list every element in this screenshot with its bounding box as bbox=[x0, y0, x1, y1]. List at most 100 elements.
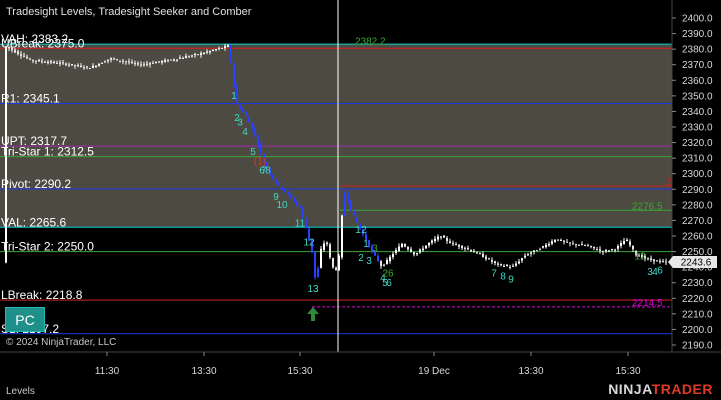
sequence-label: 9 bbox=[508, 275, 514, 286]
candle-body bbox=[497, 263, 499, 265]
candle-body bbox=[566, 241, 568, 243]
pc-button[interactable]: PC bbox=[5, 307, 45, 332]
candle-body bbox=[275, 179, 277, 183]
candle-body bbox=[173, 59, 175, 61]
small-level-label: 2214.5 bbox=[632, 298, 663, 309]
price-chart[interactable]: 12345(1)6789101112131 212 34567 8 93 4 632612 … bbox=[0, 0, 721, 400]
candle-body bbox=[353, 210, 355, 216]
candle-body bbox=[356, 217, 358, 223]
candle-body bbox=[56, 62, 58, 64]
candle-body bbox=[197, 54, 199, 56]
candle-body bbox=[452, 243, 454, 245]
level-label: VAL: 2265.6 bbox=[1, 215, 66, 229]
candle-body bbox=[170, 59, 172, 61]
candle-body bbox=[137, 63, 139, 65]
candle-body bbox=[23, 55, 25, 57]
candle-body bbox=[488, 258, 490, 260]
candle-body bbox=[473, 250, 475, 253]
sequence-label: 8 bbox=[265, 166, 271, 177]
candle-body bbox=[431, 240, 433, 243]
candle-body bbox=[416, 252, 418, 255]
candle-body bbox=[626, 239, 628, 242]
panel-label: Levels bbox=[6, 386, 35, 397]
candle-body bbox=[188, 56, 190, 58]
sequence-label: 1 bbox=[363, 239, 369, 250]
candle-body bbox=[83, 67, 85, 69]
candle-body bbox=[182, 57, 184, 59]
candle-body bbox=[332, 258, 334, 268]
level-label: Tri-Star 1: 2312.5 bbox=[1, 145, 94, 159]
level-label: Tri-Star 2: 2250.0 bbox=[1, 240, 94, 254]
candle-body bbox=[107, 59, 109, 61]
candle-body bbox=[218, 48, 220, 50]
candle-body bbox=[509, 266, 511, 268]
price-tick-label: 2370.0 bbox=[682, 60, 713, 71]
price-tick-label: 2190.0 bbox=[682, 341, 713, 352]
candle-body bbox=[347, 192, 349, 202]
candle-body bbox=[344, 192, 346, 217]
candle-body bbox=[650, 258, 652, 261]
candle-body bbox=[272, 174, 274, 179]
sequence-label: 2 bbox=[358, 253, 364, 264]
candle-body bbox=[215, 49, 217, 51]
candle-body bbox=[584, 245, 586, 247]
candle-body bbox=[377, 255, 379, 262]
candle-body bbox=[545, 244, 547, 248]
candle-body bbox=[554, 240, 556, 242]
time-tick-label: 15:30 bbox=[287, 366, 312, 377]
candle-body bbox=[563, 240, 565, 242]
candle-body bbox=[140, 64, 142, 66]
candle-body bbox=[440, 236, 442, 238]
price-tick-label: 2210.0 bbox=[682, 309, 713, 320]
candle-body bbox=[338, 255, 340, 271]
candle-body bbox=[302, 207, 304, 218]
candle-body bbox=[575, 244, 577, 246]
sequence-label: 11 bbox=[295, 219, 306, 230]
candle-body bbox=[491, 259, 493, 262]
candle-body bbox=[125, 61, 127, 63]
candle-body bbox=[578, 244, 580, 246]
price-tick-label: 2400.0 bbox=[682, 14, 713, 25]
candle-body bbox=[221, 47, 223, 49]
candle-body bbox=[38, 60, 40, 62]
candle-body bbox=[557, 239, 559, 241]
small-level-label: 2 bbox=[666, 177, 672, 188]
candle-body bbox=[659, 260, 661, 262]
sequence-label: 26 bbox=[382, 268, 394, 279]
candle-body bbox=[278, 182, 280, 185]
candle-body bbox=[206, 51, 208, 53]
candle-body bbox=[518, 261, 520, 264]
candle-body bbox=[296, 201, 298, 205]
candle-body bbox=[209, 50, 211, 53]
brand-trader: TRADER bbox=[651, 381, 713, 397]
candle-body bbox=[164, 60, 166, 62]
candle-body bbox=[590, 245, 592, 247]
sequence-label: 12 bbox=[634, 251, 646, 262]
candle-body bbox=[569, 242, 571, 244]
sequence-label: 2 bbox=[361, 225, 367, 236]
level-label: LBreak: 2218.8 bbox=[1, 288, 83, 302]
candle-body bbox=[35, 60, 37, 62]
candle-body bbox=[104, 61, 106, 63]
candle-body bbox=[581, 244, 583, 246]
time-tick-label: 11:30 bbox=[95, 366, 120, 377]
candle-body bbox=[161, 60, 163, 63]
candle-body bbox=[143, 64, 145, 66]
candle-body bbox=[203, 52, 205, 54]
candle-body bbox=[602, 250, 604, 253]
candle-body bbox=[434, 238, 436, 242]
sequence-label: 3 bbox=[366, 256, 372, 267]
candle-body bbox=[383, 264, 385, 266]
price-tick-label: 2220.0 bbox=[682, 294, 713, 305]
candle-body bbox=[326, 242, 328, 244]
candle-body bbox=[527, 254, 529, 256]
copyright-text: © 2024 NinjaTrader, LLC bbox=[6, 337, 116, 348]
candle-body bbox=[185, 56, 187, 59]
candle-body bbox=[41, 60, 43, 62]
candle-body bbox=[485, 256, 487, 259]
candle-body bbox=[50, 61, 52, 63]
price-tick-label: 2300.0 bbox=[682, 169, 713, 180]
price-tick-label: 2360.0 bbox=[682, 76, 713, 87]
candle-body bbox=[335, 267, 337, 270]
candle-body bbox=[149, 63, 151, 65]
